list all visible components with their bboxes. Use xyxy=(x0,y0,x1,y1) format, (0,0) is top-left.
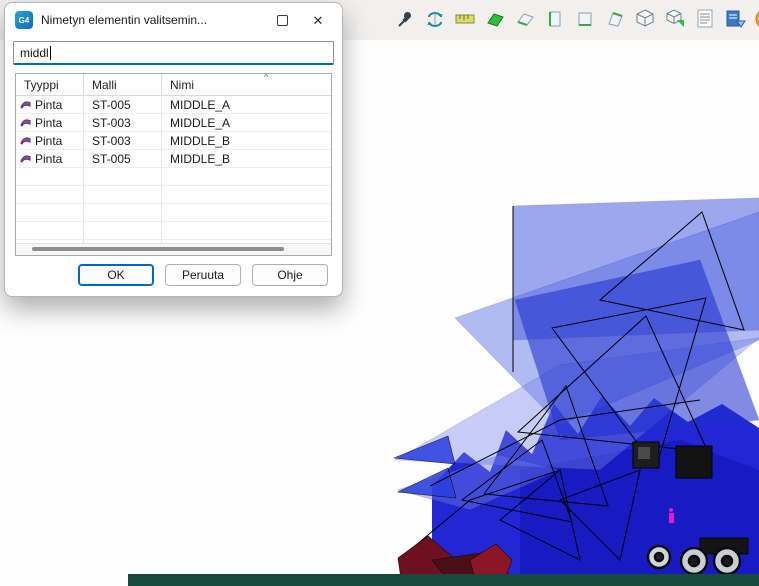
cell-type: Pinta xyxy=(35,134,62,148)
flip-arrows-icon[interactable] xyxy=(422,6,447,32)
plane-xy-icon[interactable] xyxy=(512,6,537,32)
horizontal-scrollbar[interactable] xyxy=(16,243,331,255)
surface-type-icon xyxy=(20,116,31,130)
table-row[interactable]: Pinta ST-005 MIDDLE_A xyxy=(16,96,331,114)
table-header: Tyyppi Malli Nimi xyxy=(16,74,331,96)
surface-type-icon xyxy=(20,134,31,148)
cell-model: ST-005 xyxy=(84,96,162,113)
table-empty-row xyxy=(16,168,331,186)
surface-type-icon xyxy=(20,98,31,112)
table-row[interactable]: Pinta ST-005 MIDDLE_B xyxy=(16,150,331,168)
cell-name: MIDDLE_A xyxy=(162,96,331,113)
cell-type: Pinta xyxy=(35,116,62,130)
cell-type: Pinta xyxy=(35,98,62,112)
cell-name: MIDDLE_A xyxy=(162,114,331,131)
help-button[interactable]: Ohje xyxy=(252,264,328,286)
cell-model: ST-005 xyxy=(84,150,162,167)
table-row[interactable]: Pinta ST-003 MIDDLE_A xyxy=(16,114,331,132)
application-window: G4 Nimetyn elementin valitsemin... ✕ ^ T… xyxy=(0,0,759,586)
cube-export-icon[interactable] xyxy=(662,6,687,32)
maximize-icon xyxy=(277,15,288,26)
close-icon: ✕ xyxy=(313,14,324,27)
table-empty-row xyxy=(16,186,331,204)
app-icon: G4 xyxy=(15,11,33,29)
create-surface-icon[interactable] xyxy=(482,6,507,32)
plane-free-icon[interactable] xyxy=(602,6,627,32)
column-header-nimi[interactable]: Nimi xyxy=(162,74,331,95)
maximize-button[interactable] xyxy=(264,5,300,35)
ok-button[interactable]: OK xyxy=(78,264,154,286)
column-header-malli[interactable]: Malli xyxy=(84,74,162,95)
cell-name: MIDDLE_B xyxy=(162,150,331,167)
scrollbar-thumb[interactable] xyxy=(32,247,284,251)
dialog-titlebar[interactable]: G4 Nimetyn elementin valitsemin... ✕ xyxy=(5,3,342,37)
table-row[interactable]: Pinta ST-003 MIDDLE_B xyxy=(16,132,331,150)
element-table[interactable]: ^ Tyyppi Malli Nimi Pinta ST-005 MIDDLE_… xyxy=(15,73,332,256)
sort-indicator-icon[interactable]: ^ xyxy=(264,73,268,82)
cell-name: MIDDLE_B xyxy=(162,132,331,149)
close-button[interactable]: ✕ xyxy=(300,5,336,35)
settings-partial-icon[interactable] xyxy=(752,6,759,32)
pin-icon[interactable] xyxy=(392,6,417,32)
ruler-icon[interactable] xyxy=(452,6,477,32)
named-element-select-dialog: G4 Nimetyn elementin valitsemin... ✕ ^ T… xyxy=(4,2,343,297)
plane-xz-icon[interactable] xyxy=(542,6,567,32)
dialog-buttons: OK Peruuta Ohje xyxy=(5,264,328,286)
table-empty-row xyxy=(16,204,331,222)
column-header-tyyppi[interactable]: Tyyppi xyxy=(16,74,84,95)
cell-model: ST-003 xyxy=(84,132,162,149)
surface-type-icon xyxy=(20,152,31,166)
filter-field-wrap xyxy=(13,41,334,65)
text-caret xyxy=(50,46,51,60)
report-icon[interactable] xyxy=(722,6,747,32)
plane-yz-icon[interactable] xyxy=(572,6,597,32)
cancel-button[interactable]: Peruuta xyxy=(165,264,241,286)
cell-type: Pinta xyxy=(35,152,62,166)
cube-icon[interactable] xyxy=(632,6,657,32)
list-icon[interactable] xyxy=(692,6,717,32)
cad-toolbar xyxy=(392,6,759,32)
cell-model: ST-003 xyxy=(84,114,162,131)
viewport-bottom-strip xyxy=(128,574,759,586)
dialog-title: Nimetyn elementin valitsemin... xyxy=(41,13,264,27)
table-empty-row xyxy=(16,222,331,240)
filter-input[interactable] xyxy=(13,41,334,65)
